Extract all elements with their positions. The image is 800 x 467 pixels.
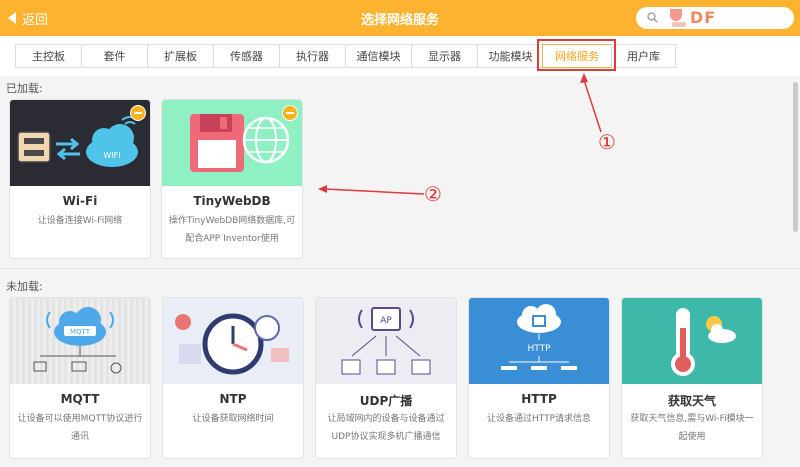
tab-label: 扩展板 bbox=[164, 50, 197, 63]
tab-label: 功能模块 bbox=[488, 50, 533, 63]
extension-card-mqtt[interactable]: MQTT MQTT 让设备可以使用MQTT协议进行通讯 bbox=[9, 297, 151, 459]
unload-button[interactable] bbox=[130, 105, 146, 121]
annotation-marker-2: ② bbox=[424, 182, 442, 206]
card-name: UDP广播 bbox=[359, 394, 413, 408]
loaded-section-label: 已加载: bbox=[6, 82, 43, 95]
tab-sensor[interactable]: 传感器 bbox=[213, 44, 280, 68]
dfrobot-logo: DF bbox=[668, 3, 748, 33]
card-name: Wi-Fi bbox=[62, 194, 98, 208]
tab-label: 执行器 bbox=[296, 50, 329, 63]
tab-communication[interactable]: 通信模块 bbox=[345, 44, 412, 68]
svg-text:WIFI: WIFI bbox=[103, 151, 120, 160]
card-desc: 获取天气信息,需与Wi-Fi模块一起使用 bbox=[630, 414, 754, 442]
extension-card-http[interactable]: HTTP HTTP 让设备通过HTTP请求信息 bbox=[468, 297, 610, 459]
extension-card-ntp[interactable]: NTP 让设备获取网络时间 bbox=[162, 297, 304, 459]
card-desc: 让设备连接Wi-Fi网络 bbox=[37, 216, 123, 226]
svg-text:AP: AP bbox=[380, 316, 392, 326]
highlight-box bbox=[537, 39, 616, 71]
search-icon bbox=[647, 12, 658, 23]
section-divider bbox=[0, 268, 800, 269]
thermometer-icon bbox=[622, 298, 762, 384]
card-name: HTTP bbox=[521, 392, 557, 406]
card-desc: 让设备获取网络时间 bbox=[192, 414, 274, 424]
app-header: 返回 选择网络服务 DF bbox=[0, 0, 800, 36]
extension-card-udp[interactable]: AP UDP广播 让局域网内的设备与设备通过UDP协议实现多机广播通信 bbox=[315, 297, 457, 459]
unloaded-section-label: 未加载: bbox=[6, 280, 43, 293]
extension-card-weather[interactable]: 获取天气 获取天气信息,需与Wi-Fi模块一起使用 bbox=[621, 297, 763, 459]
tab-label: 主控板 bbox=[32, 50, 65, 63]
card-desc: 让局域网内的设备与设备通过UDP协议实现多机广播通信 bbox=[327, 414, 445, 442]
tab-function-module[interactable]: 功能模块 bbox=[477, 44, 544, 68]
card-desc: 让设备可以使用MQTT协议进行通讯 bbox=[17, 414, 143, 442]
tab-display[interactable]: 显示器 bbox=[411, 44, 478, 68]
tab-mainboard[interactable]: 主控板 bbox=[15, 44, 82, 68]
logo-text: DF bbox=[690, 8, 717, 27]
card-name: TinyWebDB bbox=[193, 194, 271, 208]
card-name: MQTT bbox=[60, 392, 100, 406]
http-image-label: HTTP bbox=[527, 344, 551, 354]
extension-card-wifi[interactable]: WIFI Wi-Fi 让设备连接Wi-Fi网络 bbox=[9, 99, 151, 259]
tab-user-library[interactable]: 用户库 bbox=[611, 44, 676, 68]
tab-kit[interactable]: 套件 bbox=[81, 44, 148, 68]
svg-text:MQTT: MQTT bbox=[70, 328, 91, 336]
scrollbar[interactable] bbox=[793, 82, 798, 232]
annotation-marker-1: ① bbox=[598, 130, 616, 154]
tab-expansion-board[interactable]: 扩展板 bbox=[147, 44, 214, 68]
logo-saucer bbox=[672, 22, 686, 27]
access-point-icon: AP bbox=[316, 298, 456, 384]
card-name: 获取天气 bbox=[667, 394, 716, 408]
tab-label: 传感器 bbox=[230, 50, 263, 63]
http-cloud-icon: HTTP bbox=[469, 298, 609, 384]
save-globe-icon bbox=[162, 100, 302, 186]
logo-cup-icon bbox=[670, 9, 682, 21]
extension-card-tinywebdb[interactable]: TinyWebDB 操作TinyWebDB网络数据库,可配合APP Invent… bbox=[161, 99, 303, 259]
tab-actuator[interactable]: 执行器 bbox=[279, 44, 346, 68]
tab-label: 通信模块 bbox=[356, 50, 401, 63]
tab-label: 用户库 bbox=[627, 50, 660, 63]
card-desc: 让设备通过HTTP请求信息 bbox=[486, 414, 592, 424]
category-tab-bar: 主控板 套件 扩展板 传感器 执行器 通信模块 显示器 功能模块 网络服务 用户… bbox=[0, 36, 800, 76]
clock-icon bbox=[163, 298, 303, 384]
card-desc: 操作TinyWebDB网络数据库,可配合APP Inventor使用 bbox=[168, 216, 296, 244]
card-name: NTP bbox=[219, 392, 247, 406]
unload-button[interactable] bbox=[282, 105, 298, 121]
tab-label: 套件 bbox=[103, 50, 126, 63]
wifi-module-icon: WIFI bbox=[10, 100, 150, 186]
mqtt-cloud-icon: MQTT bbox=[10, 298, 150, 384]
tab-label: 显示器 bbox=[428, 50, 461, 63]
